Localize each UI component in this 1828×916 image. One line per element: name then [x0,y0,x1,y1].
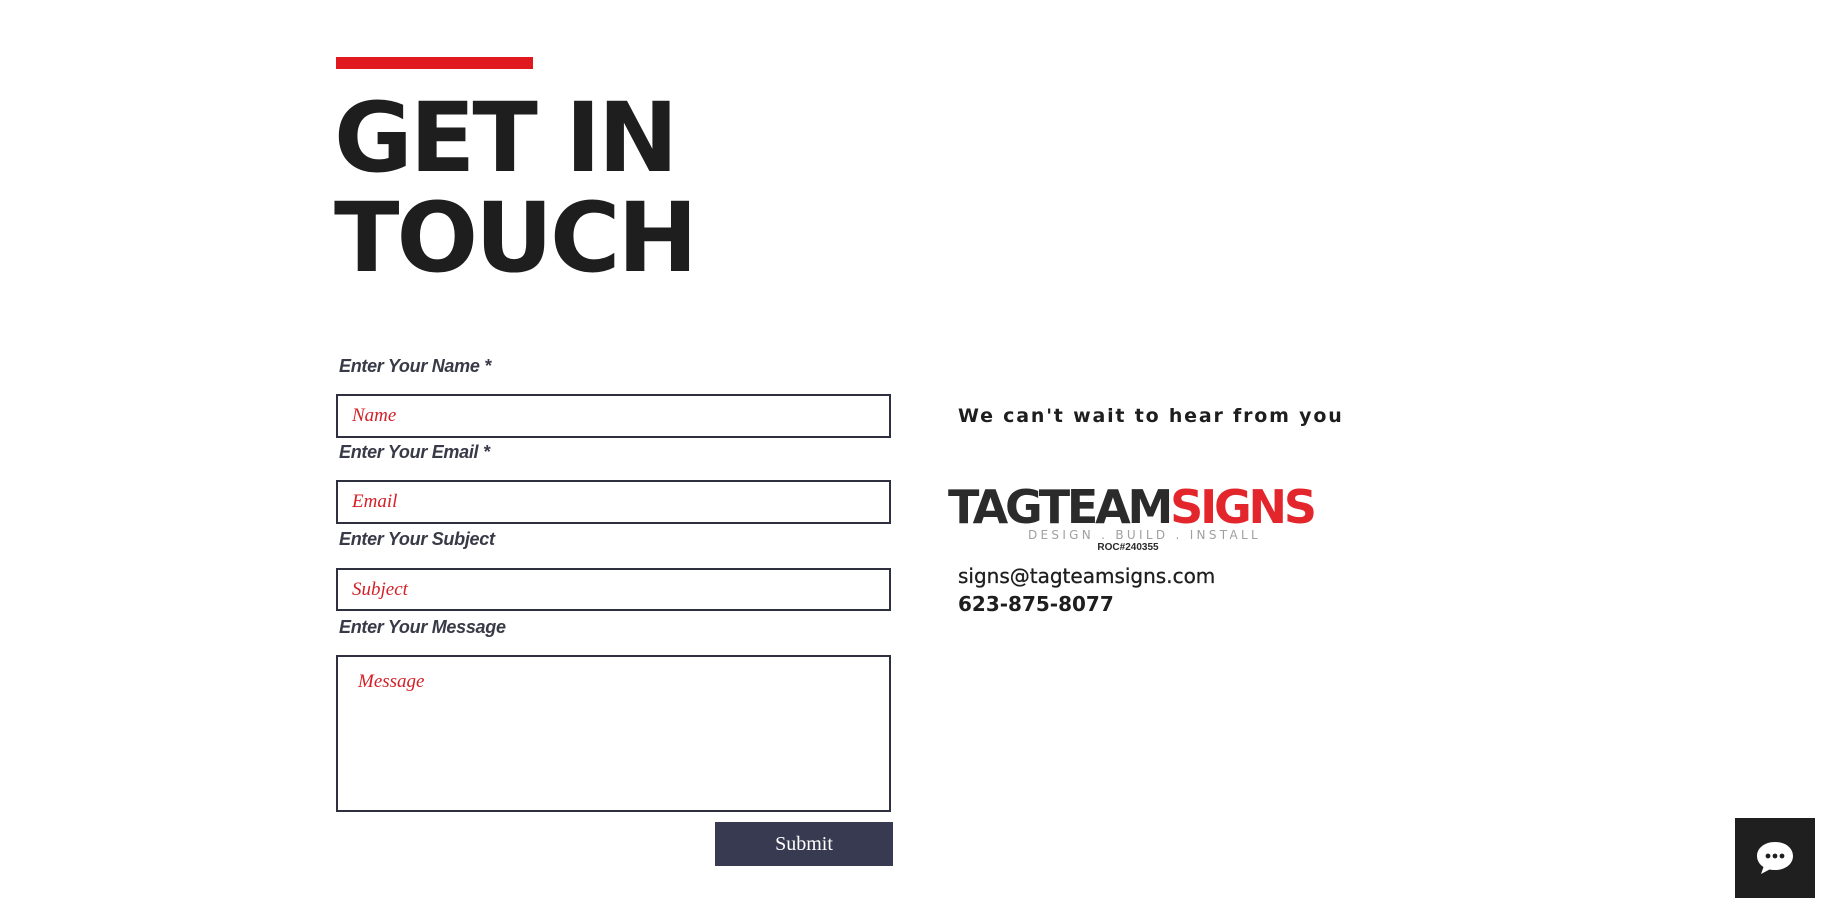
name-label: Enter Your Name * [339,356,491,376]
subject-input[interactable] [336,568,891,611]
message-label: Enter Your Message [339,617,506,637]
logo-subtitle: DESIGN . BUILD . INSTALL [1028,528,1261,542]
contact-tagline: We can't wait to hear from you [958,405,1344,427]
logo-word-dark: TAGTEAM [948,480,1173,534]
page-title-line-1: GET IN [334,82,678,194]
subject-label: Enter Your Subject [339,529,495,549]
logo-wordmark: TAGTEAMSIGNS [948,480,1317,534]
company-logo: TAGTEAMSIGNS DESIGN . BUILD . INSTALL RO… [948,482,1317,554]
name-input[interactable] [336,394,891,438]
contact-phone[interactable]: 623-875-8077 [958,592,1114,616]
message-textarea[interactable] [336,655,891,812]
contact-page: GET IN TOUCH Enter Your Name * Enter You… [0,0,1828,916]
chat-bubble-icon [1757,842,1793,874]
logo-word-red: SIGNS [1170,480,1317,534]
chat-button[interactable] [1735,818,1815,898]
email-input[interactable] [336,480,891,524]
email-label: Enter Your Email * [339,442,490,462]
page-title-line-2: TOUCH [334,182,698,294]
submit-button[interactable]: Submit [715,822,893,866]
contact-email[interactable]: signs@tagteamsigns.com [958,564,1216,588]
page-title: GET IN TOUCH [334,82,698,294]
accent-bar [336,57,533,69]
logo-license: ROC#240355 [1097,542,1159,553]
